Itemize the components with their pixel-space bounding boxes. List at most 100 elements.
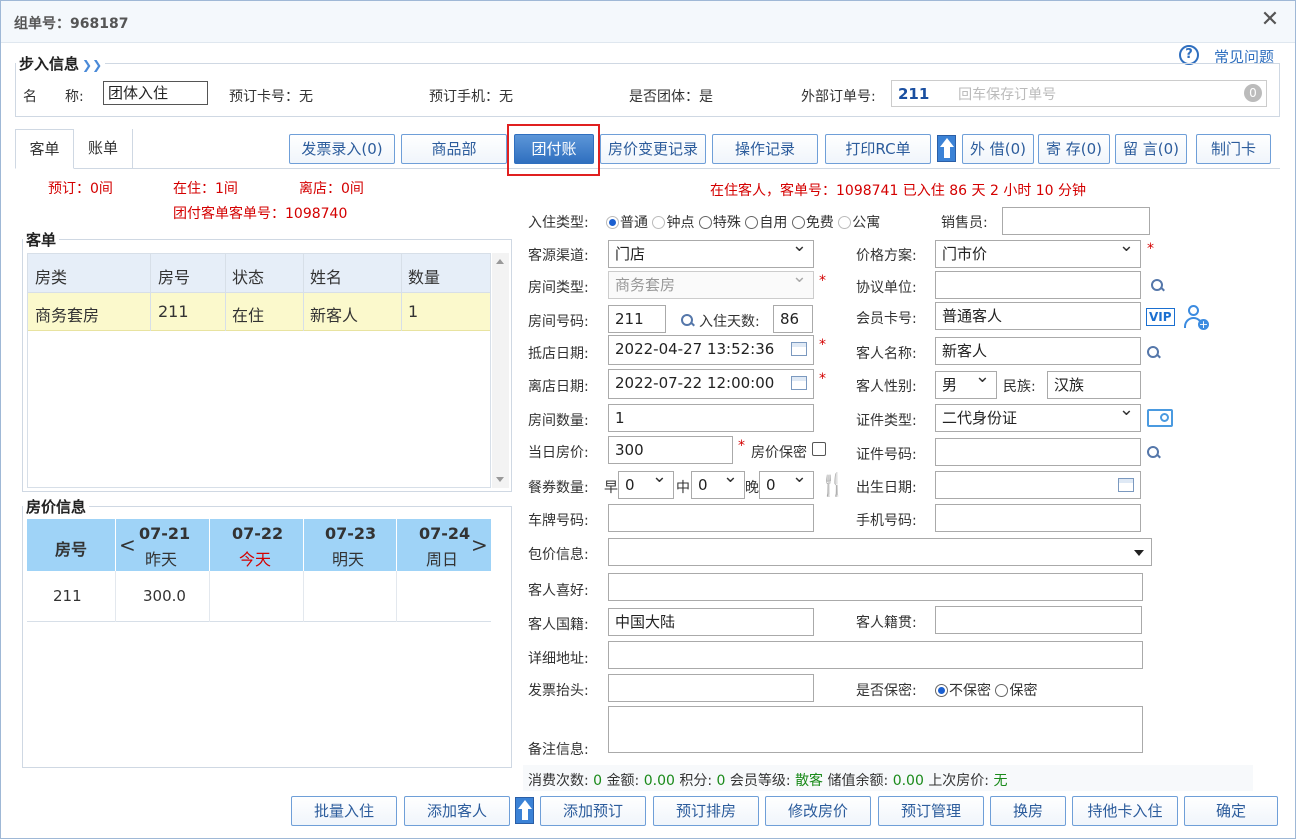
meal-dinner-select[interactable]: 0 [759, 471, 814, 499]
remark-textarea[interactable] [608, 706, 1143, 753]
other-card-checkin-button[interactable]: 持他卡入住 [1072, 796, 1178, 826]
store-button[interactable]: 寄 存(0) [1038, 134, 1110, 164]
day-date-1: 07-21 [139, 524, 191, 543]
room-no-input[interactable]: 211 [608, 305, 666, 333]
invoice-title-input[interactable] [608, 674, 814, 702]
radio-self-use[interactable]: 自用 [745, 215, 787, 231]
prev-arrow-icon[interactable]: < [119, 533, 136, 557]
search-icon[interactable] [681, 314, 695, 328]
booking-manage-button[interactable]: 预订管理 [878, 796, 984, 826]
add-guest-button[interactable]: 添加客人 [404, 796, 510, 826]
guest-name-input[interactable]: 新客人 [935, 337, 1141, 365]
room-type-select[interactable]: 商务套房 [608, 271, 814, 299]
checkin-type-label: 入住类型: [528, 215, 589, 231]
remark-label: 备注信息: [528, 742, 589, 758]
room-count-input[interactable]: 1 [608, 404, 814, 432]
price-value[interactable]: 300.0 [143, 587, 186, 605]
meal-dinner-label: 晚 [745, 480, 759, 496]
meal-lunch-select[interactable]: 0 [691, 471, 745, 499]
col-name: 姓名 [310, 268, 343, 287]
nation-input[interactable]: 汉族 [1047, 371, 1141, 399]
preference-input[interactable] [608, 573, 1143, 601]
cell-name: 新客人 [310, 306, 359, 325]
package-select[interactable] [608, 538, 1152, 566]
calendar-icon[interactable] [1118, 478, 1134, 492]
operation-log-button[interactable]: 操作记录 [712, 134, 818, 164]
price-change-log-button[interactable]: 房价变更记录 [600, 134, 706, 164]
salesman-input[interactable] [1002, 207, 1150, 235]
calendar-icon[interactable] [791, 376, 807, 390]
origin-input[interactable] [935, 606, 1142, 634]
next-arrow-icon[interactable]: > [471, 533, 488, 557]
meal-breakfast-select[interactable]: 0 [618, 471, 674, 499]
arrive-date-input[interactable]: 2022-04-27 13:52:36 [608, 335, 814, 365]
member-card-input[interactable]: 普通客人 [935, 302, 1141, 330]
price-plan-select[interactable]: 门市价 [935, 240, 1141, 268]
calendar-icon[interactable] [791, 342, 807, 356]
modify-price-button[interactable]: 修改房价 [765, 796, 871, 826]
vip-icon[interactable]: VIP [1146, 308, 1175, 326]
meal-breakfast-label: 早 [604, 480, 618, 496]
caret-down-icon[interactable] [1134, 550, 1144, 556]
radio-hourly[interactable]: 钟点 [652, 215, 694, 231]
depart-date-input[interactable]: 2022-07-22 12:00:00 [608, 369, 814, 399]
phone-input[interactable] [935, 504, 1141, 532]
team-pay-button[interactable]: 团付账 [514, 134, 594, 164]
guest-scrollbar[interactable] [492, 253, 509, 488]
gender-select[interactable]: 男 [935, 371, 997, 399]
batch-checkin-button[interactable]: 批量入住 [291, 796, 397, 826]
radio-secret[interactable]: 保密 [995, 683, 1037, 699]
add-booking-button[interactable]: 添加预订 [540, 796, 646, 826]
day-label-3: 明天 [332, 550, 365, 569]
phone-label: 手机号码: [856, 513, 917, 529]
fork-knife-icon[interactable]: 🍴 [819, 473, 846, 499]
col-count: 数量 [408, 268, 441, 287]
arrow-up-icon[interactable] [515, 797, 534, 824]
radio-not-secret[interactable]: 不保密 [935, 683, 991, 699]
radio-free[interactable]: 免费 [791, 215, 834, 231]
plate-input[interactable] [608, 504, 814, 532]
chevron-down-icon[interactable]: ❯❯ [82, 58, 102, 72]
make-door-card-button[interactable]: 制门卡 [1196, 134, 1271, 164]
nationality-input[interactable]: 中国大陆 [608, 608, 814, 636]
search-icon[interactable] [1147, 346, 1161, 360]
change-room-button[interactable]: 换房 [990, 796, 1066, 826]
invoice-entry-button[interactable]: 发票录入(0) [289, 134, 395, 164]
message-button[interactable]: 留 言(0) [1115, 134, 1187, 164]
rate-input[interactable]: 300 [608, 436, 733, 464]
search-icon[interactable] [1147, 446, 1161, 460]
id-scan-icon[interactable] [1147, 409, 1173, 427]
agreement-input[interactable] [935, 271, 1141, 299]
address-input[interactable] [608, 641, 1143, 669]
radio-special[interactable]: 特殊 [698, 215, 741, 231]
group-name-input[interactable]: 团体入住 [103, 81, 208, 105]
dialog-window: 组单号：968187 ✕ ? 常见问题 步入信息 ❯❯ 名 称: 团体入住 预订卡… [0, 0, 1296, 839]
print-rc-button[interactable]: 打印RC单 [825, 134, 931, 164]
radio-apartment[interactable]: 公寓 [838, 215, 880, 231]
days-input[interactable]: 86 [773, 305, 813, 333]
table-row[interactable]: 商务套房 211 在住 新客人 1 [28, 293, 490, 331]
close-icon[interactable]: ✕ [1259, 9, 1281, 31]
id-type-select[interactable]: 二代身份证 [935, 404, 1141, 432]
member-label: 会员卡号: [856, 311, 917, 327]
lend-button[interactable]: 外 借(0) [962, 134, 1034, 164]
required-mark: * [819, 371, 826, 387]
tab-bill[interactable]: 账单 [74, 129, 133, 168]
goods-button[interactable]: 商品部 [401, 134, 507, 164]
room-count-label: 房间数量: [528, 413, 589, 429]
booking-arrange-button[interactable]: 预订排房 [653, 796, 759, 826]
id-no-input[interactable] [935, 438, 1141, 466]
price-row: 211 300.0 [27, 571, 491, 622]
birth-input[interactable] [935, 471, 1141, 499]
day-date-4: 07-24 [419, 524, 471, 543]
rate-secret-checkbox[interactable] [812, 442, 826, 456]
col-status: 状态 [232, 268, 265, 287]
external-order-input[interactable]: 211 回车保存订单号 0 [891, 80, 1267, 107]
radio-normal[interactable]: 普通 [606, 215, 648, 231]
search-icon[interactable] [1151, 279, 1165, 293]
source-select[interactable]: 门店 [608, 240, 814, 268]
arrow-up-icon[interactable] [937, 135, 956, 162]
add-user-icon[interactable]: + [1184, 305, 1209, 331]
confirm-button[interactable]: 确定 [1184, 796, 1278, 826]
tab-guest[interactable]: 客单 [15, 129, 74, 169]
